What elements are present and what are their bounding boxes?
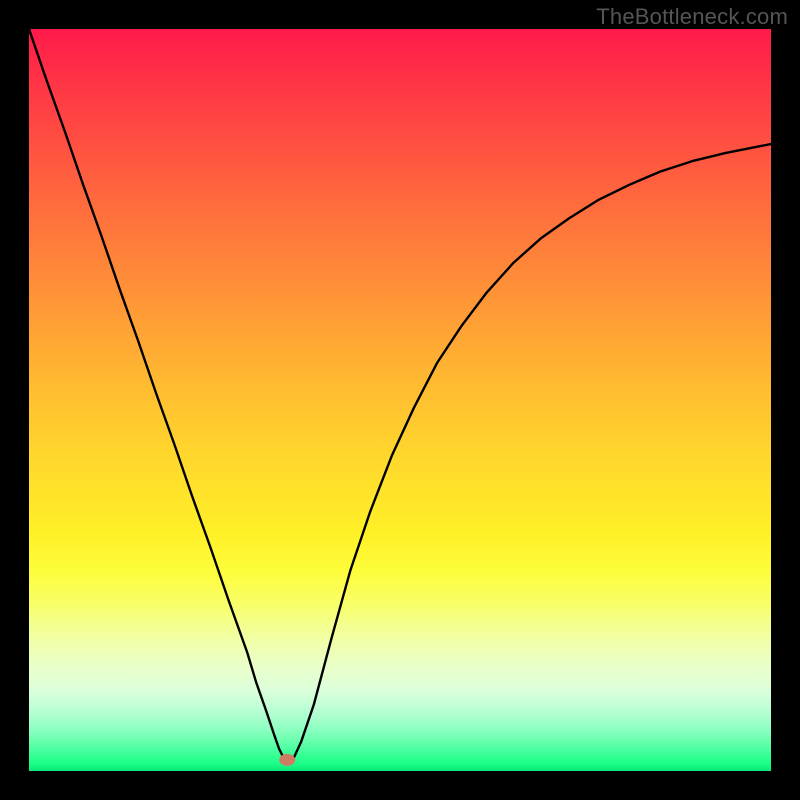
chart-shell: TheBottleneck.com	[0, 0, 800, 800]
gradient-background	[29, 29, 771, 771]
plot-frame	[29, 29, 771, 771]
watermark-text: TheBottleneck.com	[596, 4, 788, 30]
